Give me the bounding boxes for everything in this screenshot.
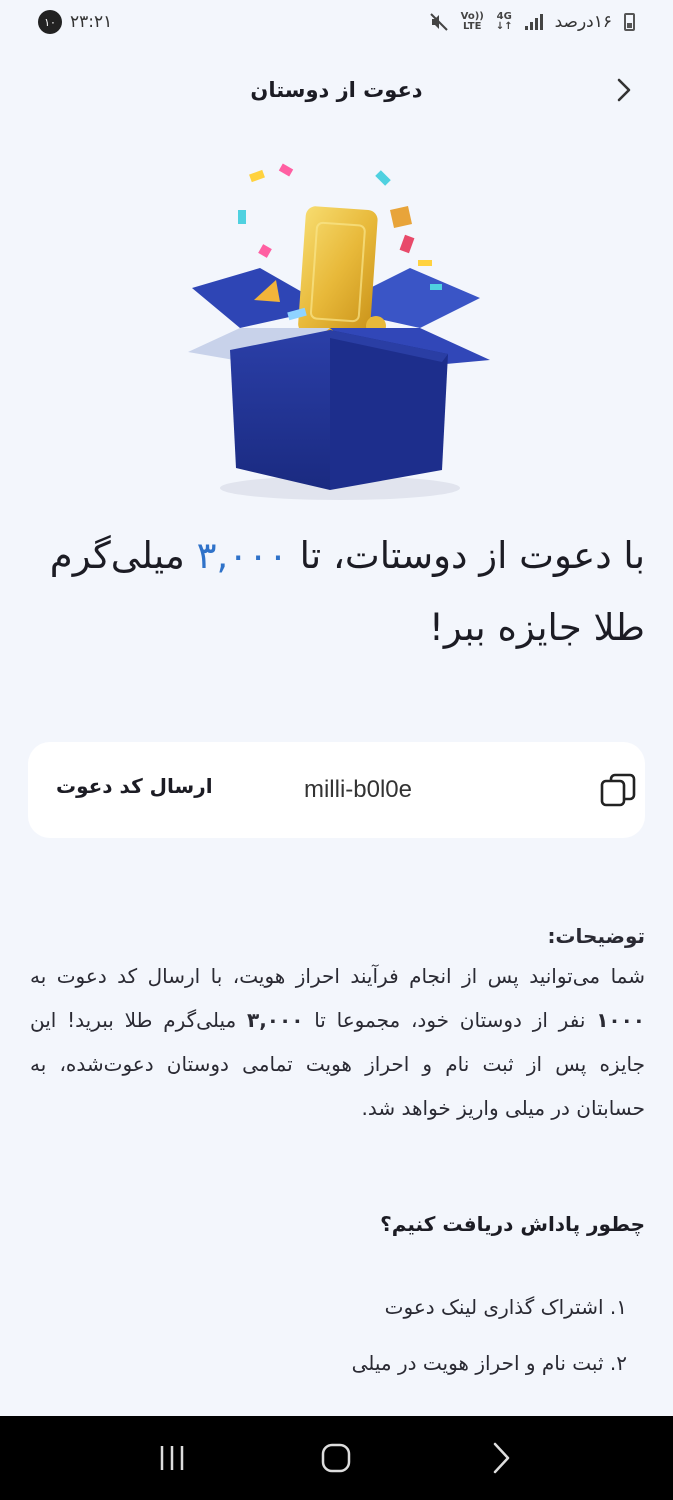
page-title: دعوت از دوستان	[250, 78, 423, 102]
invite-code: milli-b0l0e	[303, 776, 413, 803]
headline-part-1: با دعوت از دوستات، تا	[287, 534, 645, 577]
promo-headline: با دعوت از دوستات، تا ۳,۰۰۰ میلی‌گرم طلا…	[30, 520, 645, 664]
invite-code-card: milli-b0l0e ارسال کد دعوت	[28, 742, 645, 838]
app-header: دعوت از دوستان	[0, 60, 673, 120]
network-type-icon: 4G ↓↑	[495, 11, 513, 32]
volte-icon: Vo)) LTE	[460, 11, 484, 32]
how-to-title: چطور پاداش دریافت کنیم؟	[380, 1212, 645, 1236]
system-nav-bar	[0, 1416, 673, 1500]
description-title: توضیحات:	[547, 924, 645, 948]
status-bar: ۱۰ ۲۳:۲۱ Vo)) LTE 4G ↓↑ ۱۶درصد	[0, 0, 673, 44]
send-invite-code-button[interactable]: ارسال کد دعوت	[56, 774, 213, 798]
back-chevron-icon[interactable]	[608, 74, 640, 106]
status-bar-left: ۱۰ ۲۳:۲۱	[38, 10, 112, 34]
max-reward-amount: ۳,۰۰۰	[247, 1008, 304, 1032]
back-icon[interactable]	[471, 1428, 531, 1488]
invite-count: ۱۰۰۰	[596, 1008, 646, 1032]
headline-amount: ۳,۰۰۰	[196, 534, 288, 577]
gift-box-illustration	[188, 163, 490, 500]
description-section: توضیحات: شما می‌توانید پس از انجام فرآین…	[30, 918, 645, 1130]
clock: ۲۳:۲۱	[70, 12, 113, 32]
mute-icon	[429, 13, 448, 31]
battery-icon	[624, 13, 635, 31]
battery-text: ۱۶درصد	[554, 12, 612, 32]
home-icon[interactable]	[306, 1428, 366, 1488]
description-text: شما می‌توانید پس از انجام فرآیند احراز ه…	[30, 964, 646, 1120]
steps-list: ۱. اشتراک گذاری لینک دعوت ۲. ثبت نام و ا…	[67, 1284, 627, 1396]
step-item: ۱. اشتراک گذاری لینک دعوت	[384, 1295, 627, 1319]
recent-apps-icon[interactable]	[142, 1428, 202, 1488]
notification-count-badge: ۱۰	[38, 10, 62, 34]
status-bar-right: Vo)) LTE 4G ↓↑ ۱۶درصد	[429, 12, 635, 32]
signal-icon	[524, 14, 543, 30]
copy-icon[interactable]	[598, 770, 638, 810]
step-item: ۲. ثبت نام و احراز هویت در میلی	[351, 1351, 627, 1375]
